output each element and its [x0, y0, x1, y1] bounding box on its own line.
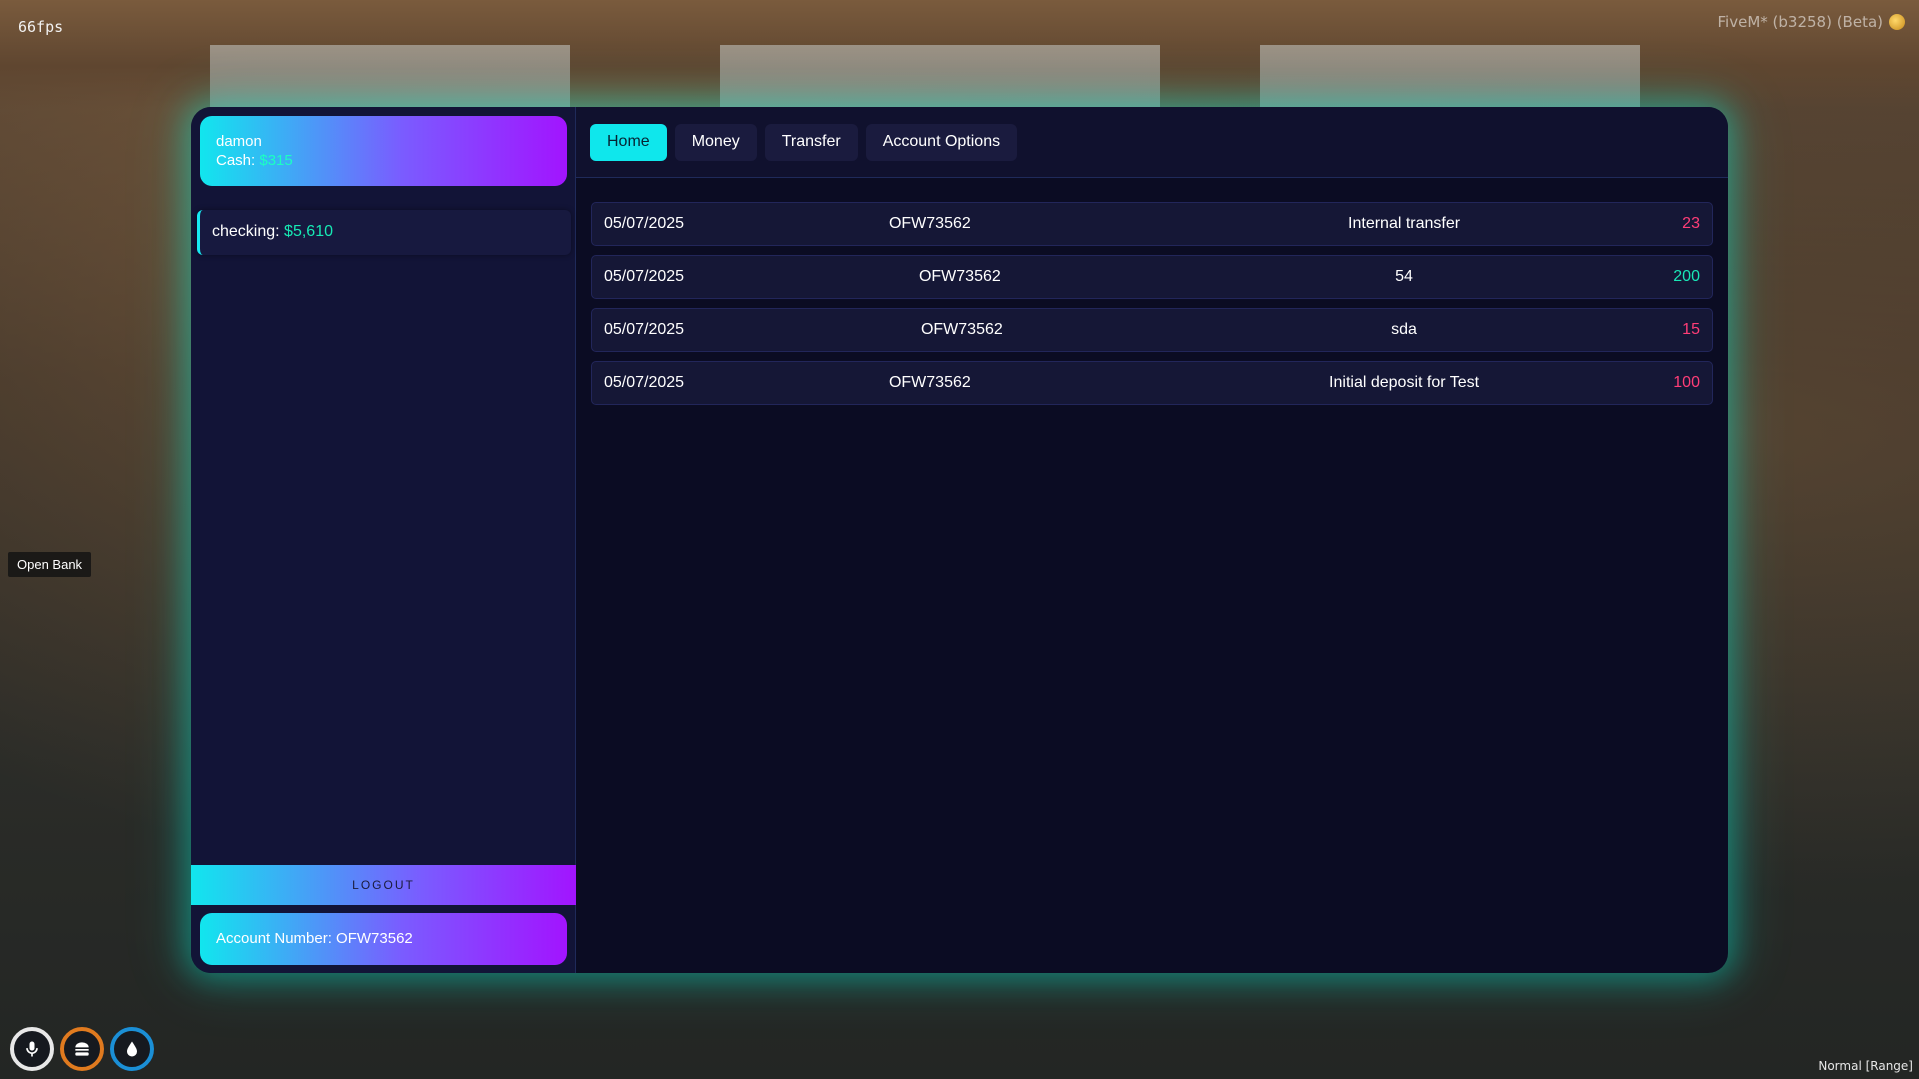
transaction-date: 05/07/2025: [604, 268, 685, 285]
account-label: checking:: [212, 223, 280, 240]
main-content: Home Money Transfer Account Options 05/0…: [576, 107, 1728, 973]
sidebar: damon Cash: $315 checking: $5,610 LOGOUT…: [191, 107, 576, 973]
tab-home[interactable]: Home: [590, 123, 667, 161]
transaction-amount: 100: [1673, 374, 1700, 391]
transaction-list: 05/07/2025 OFW73562 Internal transfer 23…: [576, 178, 1728, 405]
transaction-description: Internal transfer: [1348, 215, 1461, 232]
tab-transfer[interactable]: Transfer: [764, 123, 858, 161]
tab-money[interactable]: Money: [674, 123, 757, 161]
background-window: [720, 45, 1160, 115]
logout-button[interactable]: LOGOUT: [191, 865, 576, 905]
transaction-account: OFW73562: [920, 321, 1003, 338]
transaction-date: 05/07/2025: [604, 321, 685, 338]
account-number: Account Number: OFW73562: [200, 913, 567, 965]
transaction-account: OFW73562: [888, 374, 971, 391]
transaction-account: OFW73562: [888, 215, 971, 232]
transaction-description: 54: [1395, 268, 1413, 285]
transaction-amount: 200: [1673, 268, 1700, 285]
fps-counter: 66fps: [18, 18, 64, 36]
bank-window: damon Cash: $315 checking: $5,610 LOGOUT…: [191, 107, 1728, 973]
voice-ring: [10, 1027, 54, 1071]
open-bank-hint: Open Bank: [8, 552, 92, 577]
user-name: damon: [216, 133, 262, 150]
tab-account-options[interactable]: Account Options: [865, 123, 1018, 161]
transaction-row[interactable]: 05/07/2025 OFW73562 sda 15: [591, 308, 1713, 352]
transaction-account: OFW73562: [918, 268, 1001, 285]
account-balance: $5,610: [284, 223, 333, 240]
transaction-row[interactable]: 05/07/2025 OFW73562 Internal transfer 23: [591, 202, 1713, 246]
transaction-description: Initial deposit for Test: [1329, 374, 1480, 391]
client-version: FiveM* (b3258) (Beta): [1717, 13, 1883, 31]
transaction-amount: 23: [1682, 215, 1700, 232]
cash-line: Cash: $315: [216, 151, 551, 170]
account-item-checking[interactable]: checking: $5,610: [197, 210, 571, 255]
voice-mode-label: Normal [Range]: [1818, 1059, 1913, 1073]
cash-label: Cash:: [216, 152, 256, 169]
thirst-status: [110, 1027, 154, 1071]
hunger-status: [60, 1027, 104, 1071]
transaction-row[interactable]: 05/07/2025 OFW73562 54 200: [591, 255, 1713, 299]
client-logo-icon: [1889, 14, 1905, 30]
thirst-ring: [110, 1027, 154, 1071]
cash-value: $315: [259, 152, 293, 169]
status-hud: [10, 1027, 154, 1071]
transaction-date: 05/07/2025: [604, 374, 685, 391]
transaction-description: sda: [1391, 321, 1417, 338]
voice-status: [10, 1027, 54, 1071]
background-window: [1260, 45, 1640, 115]
transaction-date: 05/07/2025: [604, 215, 685, 232]
user-card: damon Cash: $315: [200, 116, 567, 186]
hunger-ring: [60, 1027, 104, 1071]
transaction-amount: 15: [1682, 321, 1700, 338]
transaction-row[interactable]: 05/07/2025 OFW73562 Initial deposit for …: [591, 361, 1713, 405]
tab-bar: Home Money Transfer Account Options: [576, 107, 1728, 178]
background-window: [210, 45, 570, 115]
